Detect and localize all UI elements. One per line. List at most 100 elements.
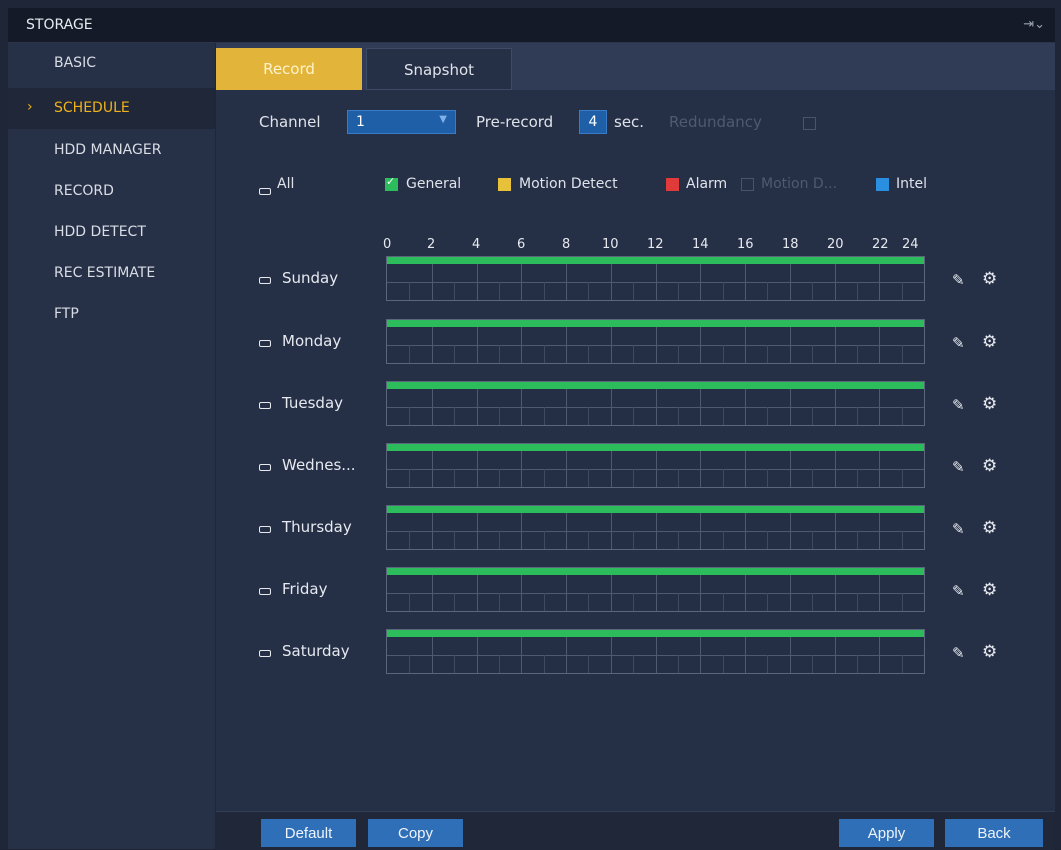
day-checkbox[interactable] [259,588,271,595]
grid-line [454,282,455,300]
schedule-grid[interactable] [386,381,925,426]
schedule-grid[interactable] [386,505,925,550]
grid-line [835,264,836,300]
day-checkbox[interactable] [259,402,271,409]
day-checkbox[interactable] [259,464,271,471]
edit-icon[interactable]: ✎ [952,520,965,538]
tab-record[interactable]: Record [216,48,362,90]
alarm-swatch[interactable] [666,178,679,191]
day-checkbox[interactable] [259,526,271,533]
copy-button[interactable]: Copy [368,819,463,847]
gear-icon[interactable]: ⚙ [982,518,997,538]
grid-line [432,637,433,673]
sidebar-item-rec-estimate[interactable]: REC ESTIMATE [8,253,215,294]
sidebar-item-label: RECORD [54,183,114,199]
grid-line [812,655,813,673]
day-label: Wednes... [282,456,356,474]
grid-line [588,407,589,425]
grid-line [835,637,836,673]
grid-line [678,655,679,673]
sidebar-item-hdd-manager[interactable]: HDD MANAGER [8,130,215,171]
grid-line [432,389,433,425]
schedule-bar [387,320,924,327]
day-checkbox[interactable] [259,650,271,657]
gear-icon[interactable]: ⚙ [982,456,997,476]
tick-label: 10 [602,237,619,252]
edit-icon[interactable]: ✎ [952,334,965,352]
edit-icon[interactable]: ✎ [952,582,965,600]
gear-icon[interactable]: ⚙ [982,642,997,662]
motion-detect-swatch[interactable] [498,178,511,191]
grid-line [678,345,679,363]
grid-line [700,264,701,300]
channel-select[interactable]: 1 ▼ [347,110,456,134]
edit-icon[interactable]: ✎ [952,396,965,414]
sidebar-item-hdd-detect[interactable]: HDD DETECT [8,212,215,253]
day-checkbox[interactable] [259,340,271,347]
schedule-grid[interactable] [386,443,925,488]
grid-line [790,451,791,487]
grid-line [700,327,701,363]
grid-line [454,531,455,549]
grid-line [454,469,455,487]
gear-icon[interactable]: ⚙ [982,332,997,352]
grid-line [544,407,545,425]
exit-icon[interactable]: ⇥⌄ [1023,17,1045,32]
intel-swatch[interactable] [876,178,889,191]
all-checkbox[interactable] [259,188,271,195]
grid-line [835,513,836,549]
gear-icon[interactable]: ⚙ [982,580,997,600]
grid-line [633,655,634,673]
grid-line [521,327,522,363]
redundancy-checkbox[interactable] [803,117,816,130]
apply-button[interactable]: Apply [839,819,934,847]
grid-line [745,389,746,425]
prerecord-input[interactable]: 4 [579,110,607,134]
back-button[interactable]: Back [945,819,1043,847]
sidebar-item-basic[interactable]: BASIC [8,43,215,84]
grid-line [477,637,478,673]
day-checkbox[interactable] [259,277,271,284]
grid-line [812,282,813,300]
schedule-grid[interactable] [386,629,925,674]
grid-line [745,513,746,549]
grid-line [656,513,657,549]
grid-line [723,655,724,673]
grid-line [745,327,746,363]
grid-line [454,655,455,673]
schedule-bar [387,257,924,264]
tab-snapshot[interactable]: Snapshot [366,48,512,90]
default-button[interactable]: Default [261,819,356,847]
grid-line [723,469,724,487]
grid-line [835,451,836,487]
sidebar-item-ftp[interactable]: FTP [8,294,215,335]
sidebar-item-schedule[interactable]: › SCHEDULE [8,88,215,129]
tick-label: 2 [427,237,436,252]
schedule-bar [387,444,924,451]
edit-icon[interactable]: ✎ [952,271,965,289]
gear-icon[interactable]: ⚙ [982,394,997,414]
schedule-grid[interactable] [386,256,925,301]
tick-label: 22 [872,237,889,252]
gear-icon[interactable]: ⚙ [982,269,997,289]
edit-icon[interactable]: ✎ [952,644,965,662]
motion-d-label: Motion D... [761,176,838,192]
grid-line [611,451,612,487]
chevron-down-icon: ▼ [439,114,447,125]
grid-line [588,655,589,673]
grid-line [790,327,791,363]
tick-label: 6 [517,237,526,252]
grid-line [477,389,478,425]
grid-line [767,407,768,425]
edit-icon[interactable]: ✎ [952,458,965,476]
tick-label: 18 [782,237,799,252]
schedule-grid[interactable] [386,319,925,364]
general-checkbox[interactable]: ✓ [385,175,398,191]
grid-line [879,637,880,673]
grid-line [633,407,634,425]
schedule-grid[interactable] [386,567,925,612]
title-bar: STORAGE ⇥⌄ [8,8,1055,43]
grid-line [678,531,679,549]
motion-d-checkbox[interactable] [741,178,754,191]
sidebar-item-record[interactable]: RECORD [8,171,215,212]
